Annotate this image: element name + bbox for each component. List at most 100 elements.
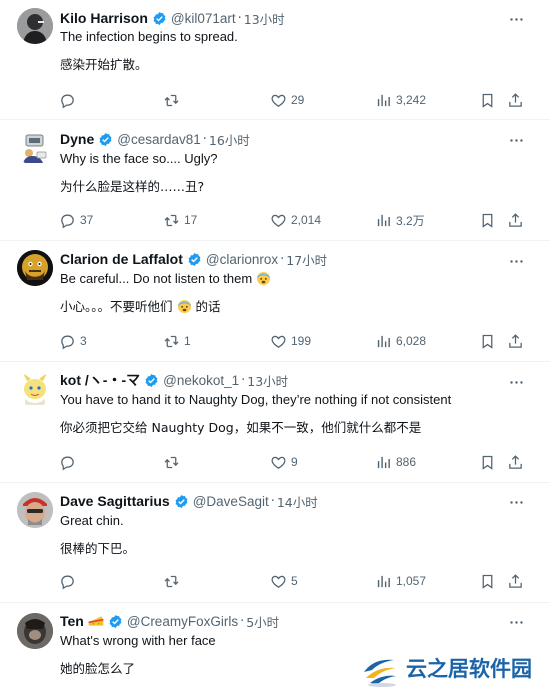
retweet-button[interactable] <box>163 89 184 111</box>
tweet[interactable]: Dave Sagittarius @DaveSagit · 14小时 Great… <box>0 483 550 603</box>
share-button[interactable] <box>507 451 524 473</box>
author-name[interactable]: kot /ヽ-・-マ <box>60 370 140 390</box>
tweet-text: Why is the face so.... Ugly? <box>60 151 218 166</box>
retweet-button[interactable] <box>163 570 184 592</box>
share-icon <box>507 573 524 590</box>
tweet[interactable]: Kilo Harrison @kil071art · 13小时 The infe… <box>0 0 550 120</box>
like-button[interactable]: 5 <box>270 570 298 592</box>
views-count: 3.2万 <box>396 213 425 228</box>
author-handle[interactable]: @CreamyFoxGirls <box>127 614 238 629</box>
reply-icon <box>59 333 76 350</box>
watermark: 云之居软件园 <box>360 645 550 690</box>
avatar[interactable] <box>17 371 53 407</box>
tweet[interactable]: kot /ヽ-・-マ @nekokot_1 · 13小时 You have to… <box>0 362 550 483</box>
share-button[interactable] <box>507 330 524 352</box>
verified-badge-icon <box>108 614 123 629</box>
share-button[interactable] <box>507 209 524 231</box>
like-button[interactable]: 29 <box>270 89 304 111</box>
tweet-text: The infection begins to spread. <box>60 29 238 44</box>
bookmark-button[interactable] <box>479 89 496 111</box>
avatar[interactable] <box>17 130 53 166</box>
author-name[interactable]: Dave Sagittarius <box>60 493 170 509</box>
bookmark-icon <box>479 454 496 471</box>
share-icon <box>507 212 524 229</box>
timestamp[interactable]: 13小时 <box>244 9 285 28</box>
bookmark-button[interactable] <box>479 209 496 231</box>
more-icon[interactable] <box>506 372 526 392</box>
more-icon[interactable] <box>506 612 526 632</box>
retweet-button[interactable] <box>163 451 184 473</box>
retweet-icon <box>163 92 180 109</box>
more-icon[interactable] <box>506 492 526 512</box>
author-handle[interactable]: @clarionrox <box>206 252 278 267</box>
bookmark-button[interactable] <box>479 330 496 352</box>
avatar[interactable] <box>17 8 53 44</box>
tweet-header: Dave Sagittarius @DaveSagit · 14小时 <box>60 491 318 511</box>
views-button[interactable]: 1,057 <box>375 570 426 592</box>
separator-dot: · <box>241 372 246 388</box>
separator-dot: · <box>280 251 285 267</box>
author-name[interactable]: Kilo Harrison <box>60 10 148 26</box>
retweet-button[interactable]: 1 <box>163 330 191 352</box>
like-button[interactable]: 2,014 <box>270 209 321 231</box>
views-icon <box>375 573 392 590</box>
bookmark-button[interactable] <box>479 570 496 592</box>
tweet-translation: 感染开始扩散。 <box>60 57 148 72</box>
views-button[interactable]: 6,028 <box>375 330 426 352</box>
share-icon <box>507 333 524 350</box>
heart-icon <box>270 454 287 471</box>
author-name[interactable]: Dyne <box>60 131 94 147</box>
separator-dot: · <box>270 493 275 509</box>
bookmark-button[interactable] <box>479 451 496 473</box>
retweet-button[interactable]: 17 <box>163 209 197 231</box>
views-count: 3,242 <box>396 93 427 107</box>
timestamp[interactable]: 5小时 <box>246 612 279 631</box>
avatar[interactable] <box>17 492 53 528</box>
author-name[interactable]: Ten <box>60 613 84 629</box>
reply-button[interactable]: 3 <box>59 330 87 352</box>
avatar[interactable] <box>17 613 53 649</box>
tweet-text-content: Be careful... Do not listen to them <box>60 271 253 286</box>
tweet-header: Dyne @cesardav81 · 16小时 <box>60 129 250 149</box>
more-icon[interactable] <box>506 251 526 271</box>
bookmark-icon <box>479 573 496 590</box>
verified-badge-icon <box>174 494 189 509</box>
reply-button[interactable] <box>59 89 80 111</box>
avatar[interactable] <box>17 250 53 286</box>
views-icon <box>375 333 392 350</box>
more-icon[interactable] <box>506 130 526 150</box>
author-handle[interactable]: @DaveSagit <box>193 494 269 509</box>
author-handle[interactable]: @kil071art <box>171 11 236 26</box>
timestamp[interactable]: 13小时 <box>247 371 288 390</box>
views-button[interactable]: 3.2万 <box>375 209 425 231</box>
reply-button[interactable]: 37 <box>59 209 93 231</box>
views-button[interactable]: 886 <box>375 451 416 473</box>
tweet-text: Great chin. <box>60 513 124 528</box>
tweet[interactable]: Clarion de Laffalot @clarionrox · 17小时 B… <box>0 241 550 362</box>
reply-count: 3 <box>80 334 87 348</box>
heart-icon <box>270 573 287 590</box>
more-icon[interactable] <box>506 9 526 29</box>
views-button[interactable]: 3,242 <box>375 89 426 111</box>
like-button[interactable]: 9 <box>270 451 298 473</box>
author-handle[interactable]: @cesardav81 <box>117 132 201 147</box>
views-icon <box>375 92 392 109</box>
tweet-text: Be careful... Do not listen to them <box>60 271 271 286</box>
views-count: 6,028 <box>396 334 427 348</box>
timestamp[interactable]: 14小时 <box>277 492 318 511</box>
cheese-emoji-icon <box>88 616 104 626</box>
like-count: 29 <box>291 93 305 107</box>
retweet-count: 17 <box>184 213 198 227</box>
reply-button[interactable] <box>59 570 80 592</box>
tweet[interactable]: Dyne @cesardav81 · 16小时 Why is the face … <box>0 120 550 241</box>
share-icon <box>507 454 524 471</box>
share-button[interactable] <box>507 570 524 592</box>
author-name[interactable]: Clarion de Laffalot <box>60 251 183 267</box>
timestamp[interactable]: 17小时 <box>286 250 327 269</box>
author-handle[interactable]: @nekokot_1 <box>163 373 239 388</box>
verified-badge-icon <box>144 373 159 388</box>
like-button[interactable]: 199 <box>270 330 311 352</box>
share-button[interactable] <box>507 89 524 111</box>
reply-button[interactable] <box>59 451 80 473</box>
timestamp[interactable]: 16小时 <box>209 130 250 149</box>
